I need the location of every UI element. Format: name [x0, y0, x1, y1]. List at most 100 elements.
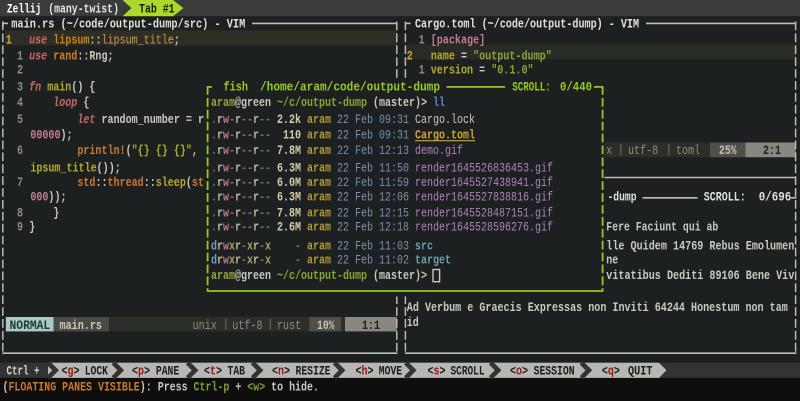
svg-text:22 Feb 11:03: 22 Feb 11:03	[337, 238, 409, 253]
svg-text:to hide.: to hide.	[271, 379, 319, 394]
svg-text:"output-dump": "output-dump"	[473, 48, 552, 63]
svg-text:aram: aram	[307, 112, 331, 127]
svg-text:aram: aram	[307, 219, 331, 234]
svg-text:utf-8: utf-8	[232, 318, 262, 333]
svg-text:-: -	[265, 112, 271, 127]
svg-text:PANE: PANE	[156, 363, 179, 378]
svg-text:loop: loop	[53, 95, 77, 110]
svg-text:-: -	[265, 175, 271, 190]
svg-text:7.8M: 7.8M	[277, 143, 301, 158]
svg-text:));: ));	[48, 190, 66, 205]
svg-text:thread: thread	[108, 175, 144, 190]
svg-text:2.6M: 2.6M	[277, 219, 301, 234]
svg-text:);: );	[60, 128, 72, 143]
svg-text:toml: toml	[676, 143, 700, 158]
svg-text:RESIZE: RESIZE	[296, 363, 331, 378]
svg-text:22 Feb 09:31: 22 Feb 09:31	[337, 112, 409, 127]
svg-text:aram: aram	[211, 95, 235, 110]
svg-text:main: main	[47, 80, 71, 95]
svg-text:::: ::	[89, 33, 101, 48]
svg-text:>: >	[522, 363, 528, 378]
svg-text:>: >	[144, 363, 150, 378]
svg-text:Ad Verbum e Graecis Expressas: Ad Verbum e Graecis Expressas non Inviti…	[407, 300, 788, 315]
svg-text:::: ::	[77, 48, 89, 63]
svg-text:22 Feb 12:06: 22 Feb 12:06	[337, 190, 409, 205]
svg-text:}: }	[29, 219, 35, 234]
svg-text:NORMAL: NORMAL	[10, 318, 51, 333]
svg-text:Tab #1: Tab #1	[139, 2, 175, 17]
svg-text:render1645528596276.gif: render1645528596276.gif	[415, 219, 553, 234]
svg-text:x: x	[265, 238, 271, 253]
svg-text:aram: aram	[307, 128, 331, 143]
svg-text:println!: println!	[77, 143, 125, 158]
svg-text:x: x	[606, 143, 612, 158]
svg-text:>: >	[614, 363, 620, 378]
svg-text:6.3M: 6.3M	[277, 161, 301, 176]
svg-text:>: >	[368, 363, 374, 378]
svg-text:lle Quidem 14769 Rebus Emolume: lle Quidem 14769 Rebus Emolumen	[606, 238, 794, 253]
svg-text:+: +	[235, 379, 241, 394]
svg-text:name: name	[431, 48, 455, 63]
svg-text:SESSION: SESSION	[534, 363, 575, 378]
svg-text:aram: aram	[307, 238, 331, 253]
svg-text:::: ::	[95, 175, 107, 190]
svg-text:"{} {} {}": "{} {} {}"	[132, 143, 192, 158]
svg-text:QUIT: QUIT	[628, 363, 653, 378]
svg-text:,: ,	[192, 143, 198, 158]
svg-text:aram: aram	[307, 143, 331, 158]
svg-text:[package]: [package]	[431, 33, 486, 48]
svg-text:4: 4	[17, 95, 23, 110]
svg-text:utf-8: utf-8	[628, 143, 658, 158]
svg-text:() {: () {	[71, 80, 95, 95]
svg-text:TAB: TAB	[228, 363, 246, 378]
svg-text:<w>: <w>	[247, 379, 265, 394]
svg-text:FLOATING PANES VISIBLE: FLOATING PANES VISIBLE	[8, 379, 139, 394]
svg-text:2:1: 2:1	[763, 143, 781, 158]
svg-text:6.3M: 6.3M	[277, 190, 301, 205]
svg-text:=: =	[461, 48, 467, 63]
svg-text:9: 9	[17, 219, 23, 234]
svg-text:1: 1	[419, 63, 425, 78]
svg-text:aram: aram	[307, 253, 331, 268]
svg-text:22 Feb 12:18: 22 Feb 12:18	[337, 219, 409, 234]
svg-text:@green: @green	[235, 95, 271, 110]
svg-text:render1645527838816.gif: render1645527838816.gif	[415, 190, 553, 205]
svg-text:110: 110	[283, 128, 301, 143]
svg-text:random_number: random_number	[101, 112, 179, 127]
svg-text:(many-twist): (many-twist)	[48, 2, 119, 17]
svg-text:"0.1.0": "0.1.0"	[491, 63, 533, 78]
svg-text:22 Feb 11:50: 22 Feb 11:50	[337, 161, 409, 176]
svg-text:-: -	[295, 238, 301, 253]
svg-text:target: target	[415, 253, 451, 268]
svg-text:000: 000	[30, 190, 48, 205]
svg-text:22 Feb 11:59: 22 Feb 11:59	[337, 175, 409, 190]
svg-text:1: 1	[419, 33, 425, 48]
svg-text:sleep: sleep	[156, 175, 186, 190]
svg-text:aram: aram	[307, 175, 331, 190]
svg-text:aram: aram	[211, 268, 235, 283]
svg-text:-: -	[265, 190, 271, 205]
svg-text:fish: fish	[224, 80, 249, 95]
svg-text:aram: aram	[307, 161, 331, 176]
svg-text:aram: aram	[307, 190, 331, 205]
svg-text:let: let	[77, 112, 95, 127]
svg-text:vitatibus Dediti 89106 Bene Vi: vitatibus Dediti 89106 Bene Viv	[606, 268, 794, 283]
svg-text:2: 2	[407, 48, 413, 63]
svg-text:2.2k: 2.2k	[277, 112, 301, 127]
svg-text:::: ::	[144, 175, 156, 190]
svg-text:=: =	[479, 63, 485, 78]
svg-text:2: 2	[17, 63, 23, 78]
svg-text:6: 6	[17, 143, 23, 158]
svg-text:-: -	[295, 253, 301, 268]
svg-text:rand: rand	[53, 48, 77, 63]
svg-text:/home/aram/code/output-dump: /home/aram/code/output-dump	[260, 80, 440, 95]
svg-text:Ctrl-p: Ctrl-p	[194, 379, 230, 394]
svg-text:lipsum_title: lipsum_title	[101, 33, 173, 48]
svg-text:(master)>: (master)>	[373, 268, 427, 283]
svg-text:@green: @green	[235, 268, 271, 283]
svg-text:src: src	[415, 238, 433, 253]
svg-text:~/c/output-dump: ~/c/output-dump	[277, 95, 367, 110]
svg-text:6.0M: 6.0M	[277, 175, 301, 190]
svg-text:x: x	[265, 253, 271, 268]
svg-text:LOCK: LOCK	[85, 363, 108, 378]
